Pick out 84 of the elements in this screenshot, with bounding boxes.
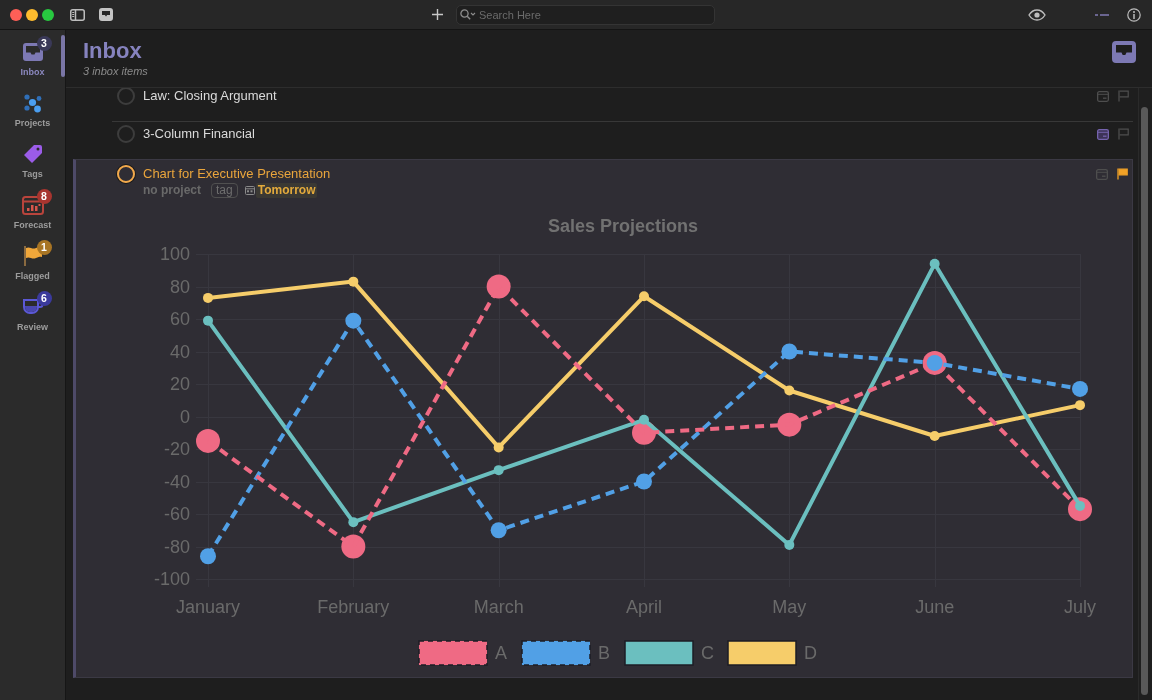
task-row[interactable]: Chart for Executive Presentation no project tag Tomorrow Sales Projections 100 80 60 40 20 0 -20 -40 -60 -80 -100 January February March April May June July A B C D xyxy=(73,159,1133,678)
close-button[interactable] xyxy=(10,8,22,21)
point xyxy=(784,385,795,396)
sidebar-item[interactable]: Tags xyxy=(0,138,65,189)
info-icon[interactable] xyxy=(1127,7,1141,22)
axis-label: -60 xyxy=(164,504,190,524)
point xyxy=(490,522,507,539)
axis-label: May xyxy=(772,597,807,617)
axis-label: 0 xyxy=(180,406,190,427)
point xyxy=(639,414,649,425)
dashes-icon[interactable] xyxy=(1095,12,1109,17)
point xyxy=(929,258,940,269)
point xyxy=(1075,400,1085,411)
point xyxy=(348,517,359,528)
task-title: Law: Closing Argument xyxy=(143,88,277,105)
legend-label: C xyxy=(701,643,714,663)
axis-label: 20 xyxy=(169,374,190,394)
point xyxy=(203,292,213,303)
page-title: Inbox xyxy=(83,38,142,64)
dots-icon xyxy=(22,93,43,113)
legend-label: A xyxy=(495,643,507,663)
task-checkbox[interactable] xyxy=(117,88,135,105)
point xyxy=(196,428,220,453)
axis-label: April xyxy=(626,597,662,617)
point xyxy=(203,315,213,326)
eye-icon[interactable] xyxy=(1028,8,1046,21)
search-field[interactable]: Search Here xyxy=(456,4,715,25)
calendar-icon xyxy=(244,186,255,195)
search-icon xyxy=(460,9,476,20)
legend-swatch-icon xyxy=(521,640,591,666)
due-date[interactable]: Tomorrow xyxy=(255,183,318,198)
point xyxy=(929,431,940,441)
axis-label: 80 xyxy=(169,276,190,297)
task-title: 3-Column Financial xyxy=(143,125,255,143)
point xyxy=(493,442,504,453)
zoom-button[interactable] xyxy=(42,8,54,21)
sidebar-item[interactable]: 6 Review xyxy=(0,291,65,342)
sidebar-toggle-icon[interactable] xyxy=(70,8,85,21)
sidebar-item[interactable]: 8 Forecast xyxy=(0,189,65,240)
axis-label: 100 xyxy=(159,244,190,264)
tag-icon xyxy=(22,144,43,164)
tray-icon xyxy=(1111,41,1137,63)
count-badge: 3 xyxy=(36,36,52,51)
point xyxy=(784,539,795,550)
axis-label: -20 xyxy=(164,439,190,459)
item-count: 3 inbox items xyxy=(83,64,148,78)
count-badge: 8 xyxy=(36,189,52,204)
legend-swatch-icon xyxy=(418,640,488,666)
minimize-button[interactable] xyxy=(26,8,38,21)
flag-icon[interactable] xyxy=(1117,168,1128,180)
axis-label: July xyxy=(1064,597,1096,617)
point xyxy=(639,291,649,302)
point xyxy=(348,276,359,287)
axis-label: -100 xyxy=(153,569,190,589)
axis-label: January xyxy=(176,597,240,617)
axis-label: -80 xyxy=(164,536,190,557)
axis-label: 40 xyxy=(169,341,190,362)
point xyxy=(636,473,652,490)
task-checkbox[interactable] xyxy=(117,165,135,183)
sidebar-item[interactable]: 1 Flagged xyxy=(0,240,65,291)
legend-swatch-icon xyxy=(727,640,797,666)
task-title: Chart for Executive Presentation xyxy=(143,165,331,183)
count-badge: 6 xyxy=(36,291,52,306)
legend-swatch-icon xyxy=(624,640,694,666)
point xyxy=(345,312,362,329)
axis-label: March xyxy=(473,597,524,617)
point xyxy=(493,465,504,476)
sidebar-item[interactable]: Projects xyxy=(0,87,65,138)
sidebar-item[interactable]: 3 Inbox xyxy=(0,36,65,87)
axis-label: 60 xyxy=(169,309,190,329)
axis-label: -40 xyxy=(164,471,190,492)
point xyxy=(781,343,798,360)
axis-label: June xyxy=(915,597,955,617)
legend-label: D xyxy=(804,643,817,663)
axis-label: February xyxy=(317,597,390,617)
tray-icon[interactable] xyxy=(99,8,113,21)
chart-title: Sales Projections xyxy=(547,216,699,236)
scrollbar[interactable] xyxy=(1141,107,1148,695)
task-checkbox[interactable] xyxy=(117,125,135,143)
legend-label: B xyxy=(598,643,610,663)
point xyxy=(1072,380,1088,397)
plus-icon[interactable] xyxy=(432,9,443,20)
point xyxy=(200,548,216,565)
note-icon[interactable] xyxy=(1097,128,1109,140)
